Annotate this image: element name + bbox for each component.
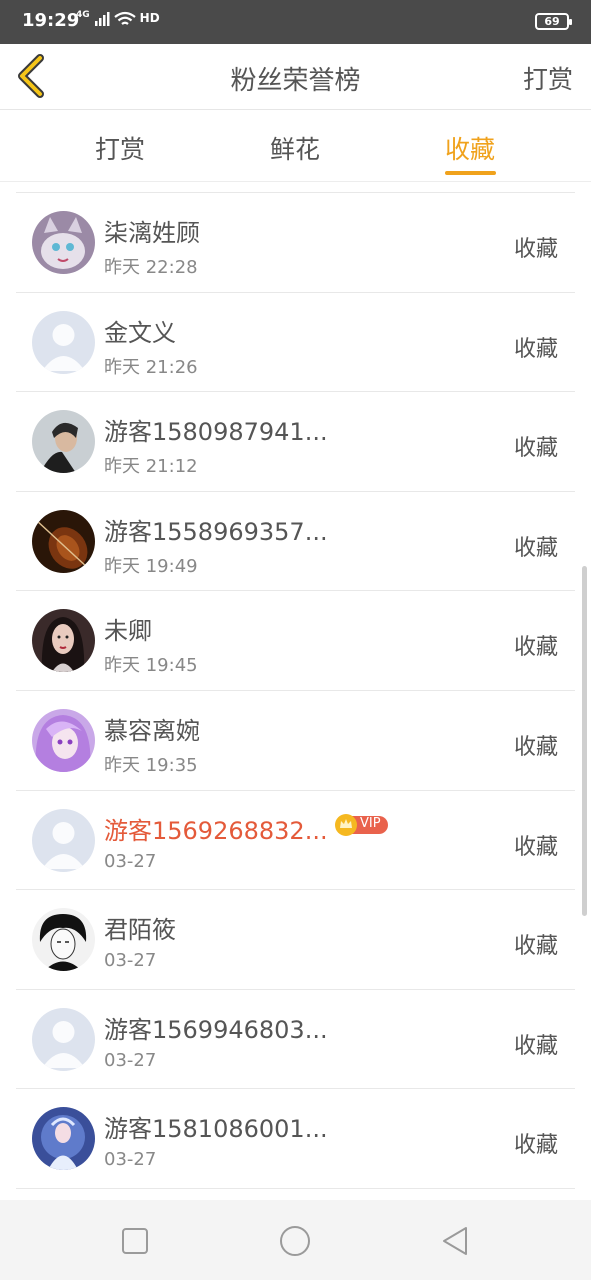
user-name: 游客1558969357... (104, 517, 328, 546)
timestamp: 昨天 21:12 (104, 456, 198, 478)
timestamp: 昨天 19:45 (104, 655, 198, 677)
list-item[interactable]: 游客1569268832... VIP 03-27 收藏 (16, 791, 575, 891)
timestamp: 03-27 (104, 850, 157, 872)
action-label: 收藏 (513, 237, 558, 262)
action-label: 收藏 (513, 734, 558, 760)
list-item[interactable]: 游客1580987941... 昨天 21:12 收藏 (16, 392, 575, 492)
scrollbar[interactable] (582, 566, 587, 916)
action-label: 收藏 (513, 336, 558, 362)
action-label: 收藏 (513, 834, 558, 860)
nav-bar: 粉丝荣誉榜 打赏 (0, 44, 591, 110)
timestamp: 昨天 19:35 (104, 754, 198, 776)
girl-portrait-avatar (32, 609, 95, 673)
active-tab-indicator (445, 171, 496, 175)
back-nav-button[interactable] (438, 1224, 472, 1258)
vip-badge: VIP (334, 813, 388, 837)
user-name: 金文义 (104, 318, 176, 347)
action-label: 收藏 (513, 1133, 558, 1159)
recent-apps-button[interactable] (118, 1224, 152, 1258)
user-name: 游客1580987941... (104, 418, 328, 447)
tab-reward[interactable]: 打赏 (70, 130, 170, 166)
home-button[interactable] (278, 1224, 312, 1258)
list-item[interactable]: 未卿 昨天 19:45 收藏 (16, 591, 575, 691)
battery-icon: 69 (535, 13, 572, 30)
user-name: 游客1581086001... (104, 1115, 328, 1144)
default-avatar (32, 1007, 95, 1071)
circle-icon (280, 1226, 310, 1256)
tab-flowers[interactable]: 鲜花 (245, 130, 345, 166)
list-item[interactable]: 游客1558969357... 昨天 19:49 收藏 (16, 492, 575, 592)
list-item[interactable]: 慕容离婉 昨天 19:35 收藏 (16, 691, 575, 791)
timestamp: 03-27 (104, 950, 157, 972)
triangle-back-icon (443, 1227, 467, 1255)
status-time: 19:29 (22, 10, 80, 31)
hd-icon: HD (139, 11, 160, 25)
list-item[interactable]: 游客1581086001... 03-27 收藏 (16, 1089, 575, 1189)
vip-label: VIP (360, 815, 381, 831)
violin-avatar (32, 509, 95, 573)
status-icons: 4G HD (76, 10, 160, 29)
list-item[interactable]: 柒漓姓顾 昨天 22:28 收藏 (16, 193, 575, 293)
action-label: 收藏 (513, 934, 558, 960)
timestamp: 03-27 (104, 1049, 157, 1071)
system-nav-bar (0, 1200, 591, 1280)
anime-girl-avatar (32, 708, 95, 772)
list-item[interactable]: 金文义 昨天 21:26 收藏 (16, 293, 575, 393)
action-label: 收藏 (513, 635, 558, 661)
fans-list: 柒漓姓顾 昨天 22:28 收藏 金文义 昨天 21:26 收藏 游客15809… (16, 192, 575, 1189)
page-title: 粉丝荣誉榜 (230, 66, 361, 96)
sketch-boy-avatar (32, 908, 95, 972)
cartoon-cat-avatar (32, 211, 95, 274)
tab-bar: 打赏 鲜花 收藏 (0, 110, 591, 182)
action-label: 收藏 (513, 1033, 558, 1059)
timestamp: 昨天 22:28 (104, 257, 198, 278)
reward-button[interactable]: 打赏 (523, 60, 573, 96)
status-bar: 19:29 4G HD 69 (0, 0, 591, 44)
user-name: 柒漓姓顾 (104, 219, 200, 247)
timestamp: 03-27 (104, 1149, 157, 1171)
list-item[interactable]: 游客1569946803... 03-27 收藏 (16, 990, 575, 1090)
default-avatar (32, 808, 95, 872)
wifi-icon (113, 11, 136, 25)
action-label: 收藏 (513, 535, 558, 561)
user-name: 君陌筱 (104, 916, 176, 945)
man-portrait-avatar (32, 410, 95, 474)
user-name: 游客1569946803... (104, 1015, 328, 1044)
user-name: 未卿 (104, 617, 152, 646)
tab-favorites[interactable]: 收藏 (420, 130, 520, 166)
timestamp: 昨天 21:26 (104, 356, 198, 378)
square-icon (122, 1228, 148, 1254)
fantasy-girl-avatar (32, 1107, 95, 1171)
list-item[interactable]: 君陌筱 03-27 收藏 (16, 890, 575, 990)
user-name: 游客1569268832... (104, 816, 328, 845)
action-label: 收藏 (513, 436, 558, 462)
default-avatar (32, 310, 95, 374)
network-type: 4G (76, 10, 90, 20)
user-name: 慕容离婉 (104, 716, 200, 745)
timestamp: 昨天 19:49 (104, 555, 198, 577)
signal-icon (94, 12, 110, 26)
